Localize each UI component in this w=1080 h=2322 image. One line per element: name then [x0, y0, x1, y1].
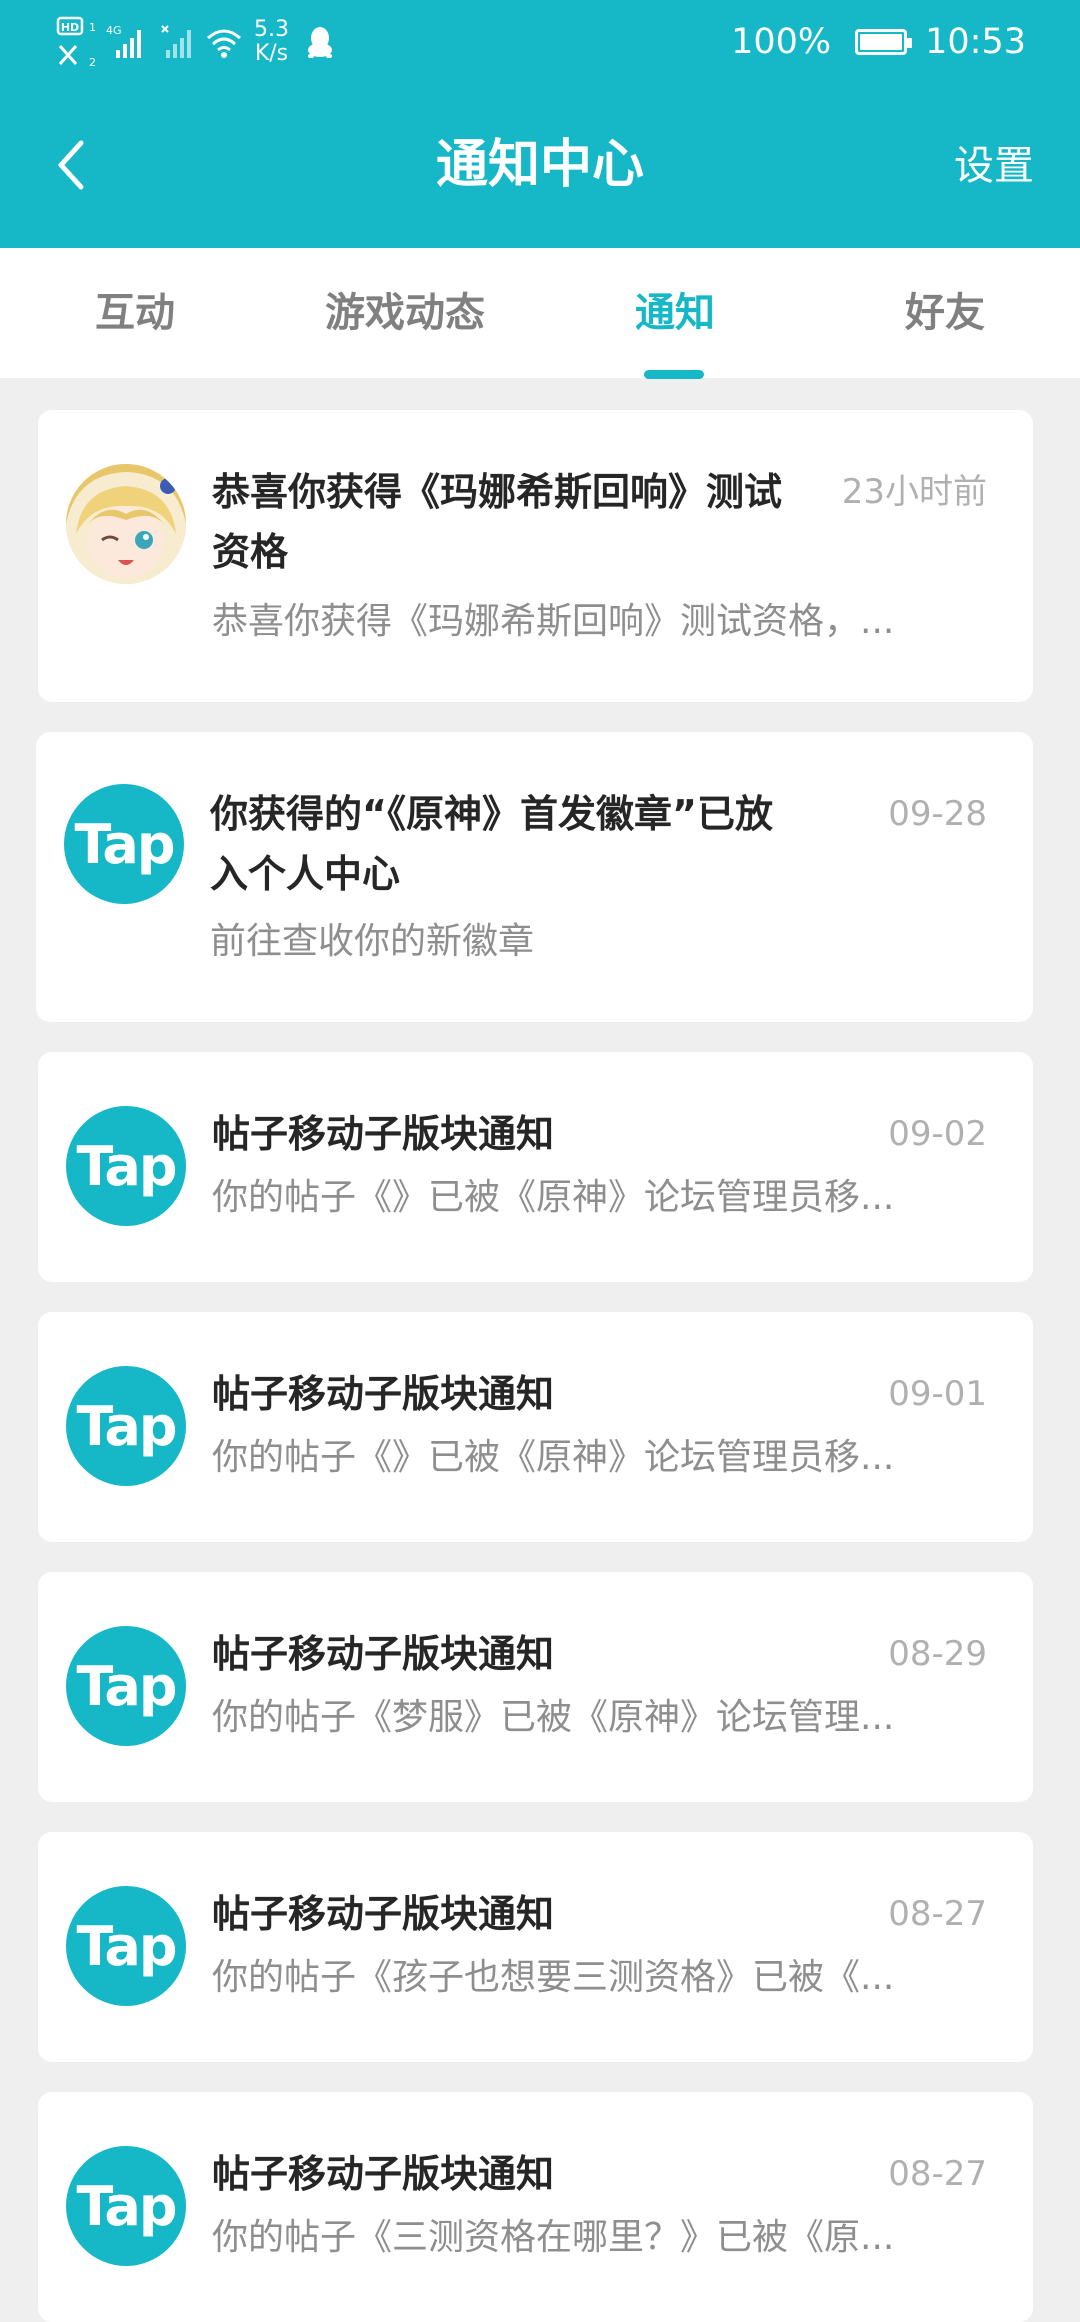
tap-logo-icon: Tap	[76, 1394, 178, 1458]
notification-card[interactable]: Tap 帖子移动子版块通知 09-02 你的帖子《》已被《原神》论坛管理员移..…	[38, 1052, 1033, 1282]
speed-unit: K/s	[254, 41, 289, 66]
tab-game-news[interactable]: 游戏动态	[270, 248, 540, 378]
page-title-text: 通知中心	[435, 135, 644, 195]
avatar: Tap	[66, 2146, 186, 2266]
notification-description: 恭喜你获得《玛娜希斯回响》测试资格，...	[212, 601, 895, 642]
tab-bar: 互动 游戏动态 通知 好友	[0, 248, 1080, 378]
tap-logo-icon: Tap	[76, 1654, 178, 1718]
qq-icon	[305, 24, 335, 60]
hd-label: HD	[61, 21, 79, 34]
notification-card[interactable]: Tap 帖子移动子版块通知 08-27 你的帖子《三测资格在哪里？》已被《原..…	[38, 2092, 1033, 2322]
notification-time: 09-02	[888, 1114, 987, 1154]
wifi-icon	[204, 24, 244, 60]
sim-status-icon: HD 1 2	[56, 16, 96, 69]
clock: 10:53	[925, 22, 1026, 62]
active-tab-indicator	[644, 370, 704, 379]
notification-card[interactable]: Tap 帖子移动子版块通知 08-27 你的帖子《孩子也想要三测资格》已被《..…	[38, 1832, 1033, 2062]
status-right: 100% 10:53	[731, 14, 1026, 70]
notification-card[interactable]: Tap 你获得的“《原神》首发徽章”已放入个人中心 09-28 前往查收你的新徽…	[36, 732, 1033, 1022]
notification-description: 前往查收你的新徽章	[210, 921, 535, 962]
notification-time: 23小时前	[841, 472, 987, 512]
tap-logo-icon: Tap	[76, 2174, 178, 2238]
avatar: Tap	[66, 1106, 186, 1226]
header-bar: HD 1 2 4G 5.3 K/s 100% 10:53 通知中心 设置	[0, 0, 1080, 248]
notification-title: 帖子移动子版块通知	[212, 1112, 555, 1156]
notification-title: 你获得的“《原神》首发徽章”已放入个人中心	[210, 792, 773, 896]
avatar: Tap	[66, 1626, 186, 1746]
speed-value: 5.3	[254, 17, 289, 42]
notification-description: 你的帖子《》已被《原神》论坛管理员移...	[212, 1177, 895, 1218]
notification-description: 你的帖子《三测资格在哪里？》已被《原...	[212, 2217, 895, 2258]
notification-description: 你的帖子《梦服》已被《原神》论坛管理...	[212, 1697, 895, 1738]
notification-time: 08-29	[888, 1634, 987, 1674]
notification-card[interactable]: Tap 帖子移动子版块通知 09-01 你的帖子《》已被《原神》论坛管理员移..…	[38, 1312, 1033, 1542]
battery-percent: 100%	[731, 22, 832, 62]
signal-2-icon	[160, 22, 196, 62]
network-label: 4G	[106, 24, 122, 37]
settings-button[interactable]: 设置	[954, 138, 1034, 194]
battery-fill	[860, 34, 903, 50]
notification-title: 恭喜你获得《玛娜希斯回响》测试资格	[212, 470, 783, 574]
notification-description: 你的帖子《孩子也想要三测资格》已被《...	[212, 1957, 895, 1998]
notification-time: 08-27	[888, 2154, 987, 2194]
status-bar: HD 1 2 4G 5.3 K/s 100% 10:53	[0, 0, 1080, 90]
avatar: Tap	[66, 1886, 186, 2006]
notification-title: 帖子移动子版块通知	[212, 1372, 555, 1416]
svg-text:1: 1	[89, 21, 96, 34]
tap-logo-icon: Tap	[74, 812, 176, 876]
notification-card[interactable]: Tap 帖子移动子版块通知 08-29 你的帖子《梦服》已被《原神》论坛管理..…	[38, 1572, 1033, 1802]
svg-text:2: 2	[89, 56, 96, 69]
page-title: 通知中心	[0, 130, 1080, 200]
notification-title: 帖子移动子版块通知	[212, 1892, 555, 1936]
tap-logo-icon: Tap	[76, 1914, 178, 1978]
notification-card[interactable]: 恭喜你获得《玛娜希斯回响》测试资格 23小时前 恭喜你获得《玛娜希斯回响》测试资…	[38, 410, 1033, 702]
battery-icon	[855, 29, 913, 55]
tab-interaction[interactable]: 互动	[0, 248, 270, 378]
notification-time: 08-27	[888, 1894, 987, 1934]
avatar	[66, 464, 186, 584]
network-speed: 5.3 K/s	[254, 18, 289, 66]
tab-notifications[interactable]: 通知	[540, 248, 810, 378]
avatar: Tap	[66, 1366, 186, 1486]
tab-friends[interactable]: 好友	[810, 248, 1080, 378]
status-left: HD 1 2 4G 5.3 K/s	[56, 12, 335, 72]
notification-title: 帖子移动子版块通知	[212, 2152, 555, 2196]
anime-avatar-icon	[66, 464, 186, 584]
navigation-bar: 通知中心 设置	[0, 110, 1080, 220]
notification-title: 帖子移动子版块通知	[212, 1632, 555, 1676]
signal-icon: 4G	[106, 22, 152, 62]
notification-time: 09-28	[888, 794, 987, 834]
notification-time: 09-01	[888, 1374, 987, 1414]
notification-description: 你的帖子《》已被《原神》论坛管理员移...	[212, 1437, 895, 1478]
tap-logo-icon: Tap	[76, 1134, 178, 1198]
avatar: Tap	[64, 784, 184, 904]
